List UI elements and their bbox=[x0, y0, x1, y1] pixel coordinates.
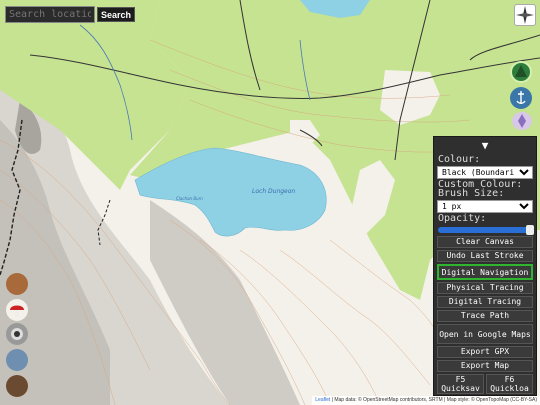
anchor-icon[interactable] bbox=[510, 87, 532, 109]
leaflet-link[interactable]: Leaflet bbox=[315, 397, 330, 403]
quicksave-button[interactable]: F5 Quicksav bbox=[437, 374, 484, 394]
map-attribution: Leaflet | Map data: © OpenStreetMap cont… bbox=[312, 396, 540, 405]
digital-navigation-button[interactable]: Digital Navigation bbox=[437, 264, 533, 280]
collapse-toggle[interactable]: ▼ bbox=[434, 137, 536, 155]
brush-size-label: Brush Size: bbox=[438, 188, 505, 199]
tree-layer-icon[interactable] bbox=[510, 61, 532, 83]
undo-button[interactable]: Undo Last Stroke bbox=[437, 250, 533, 262]
opacity-slider-knob[interactable] bbox=[526, 225, 534, 235]
compass-icon[interactable] bbox=[514, 4, 536, 26]
trace-path-button[interactable]: Trace Path bbox=[437, 310, 533, 322]
brush-size-select[interactable]: 1 px bbox=[437, 200, 533, 213]
search-input[interactable] bbox=[5, 6, 95, 23]
wolf-avatar-icon[interactable] bbox=[6, 349, 28, 371]
export-map-button[interactable]: Export Map bbox=[437, 360, 533, 372]
bear-avatar-icon[interactable] bbox=[6, 375, 28, 397]
search-button[interactable]: Search bbox=[97, 7, 136, 22]
opacity-slider[interactable] bbox=[438, 225, 534, 235]
quick-save-row: F5 Quicksav F6 Quickloa bbox=[437, 374, 533, 394]
mushroom-icon[interactable] bbox=[6, 299, 28, 321]
export-gpx-button[interactable]: Export GPX bbox=[437, 346, 533, 358]
crystal-icon[interactable] bbox=[512, 112, 532, 130]
opacity-label: Opacity: bbox=[438, 213, 487, 224]
clear-canvas-button[interactable]: Clear Canvas bbox=[437, 236, 533, 248]
colour-label: Colour: bbox=[438, 154, 481, 165]
stream-label: Clachan Burn bbox=[176, 196, 203, 201]
colour-select[interactable]: Black (Boundari bbox=[437, 166, 533, 179]
digital-tracing-button[interactable]: Digital Tracing bbox=[437, 296, 533, 308]
quickload-button[interactable]: F6 Quickloa bbox=[486, 374, 533, 394]
lion-avatar-icon[interactable] bbox=[6, 273, 28, 295]
physical-tracing-button[interactable]: Physical Tracing bbox=[437, 282, 533, 294]
drawing-panel: ▼ Colour: Black (Boundari Custom Colour:… bbox=[433, 136, 537, 396]
eye-icon[interactable] bbox=[6, 323, 28, 345]
attribution-text: | Map data: © OpenStreetMap contributors… bbox=[331, 397, 537, 403]
open-google-maps-button[interactable]: Open in Google Maps bbox=[437, 324, 533, 344]
loch-label: Loch Dungeon bbox=[252, 188, 296, 195]
